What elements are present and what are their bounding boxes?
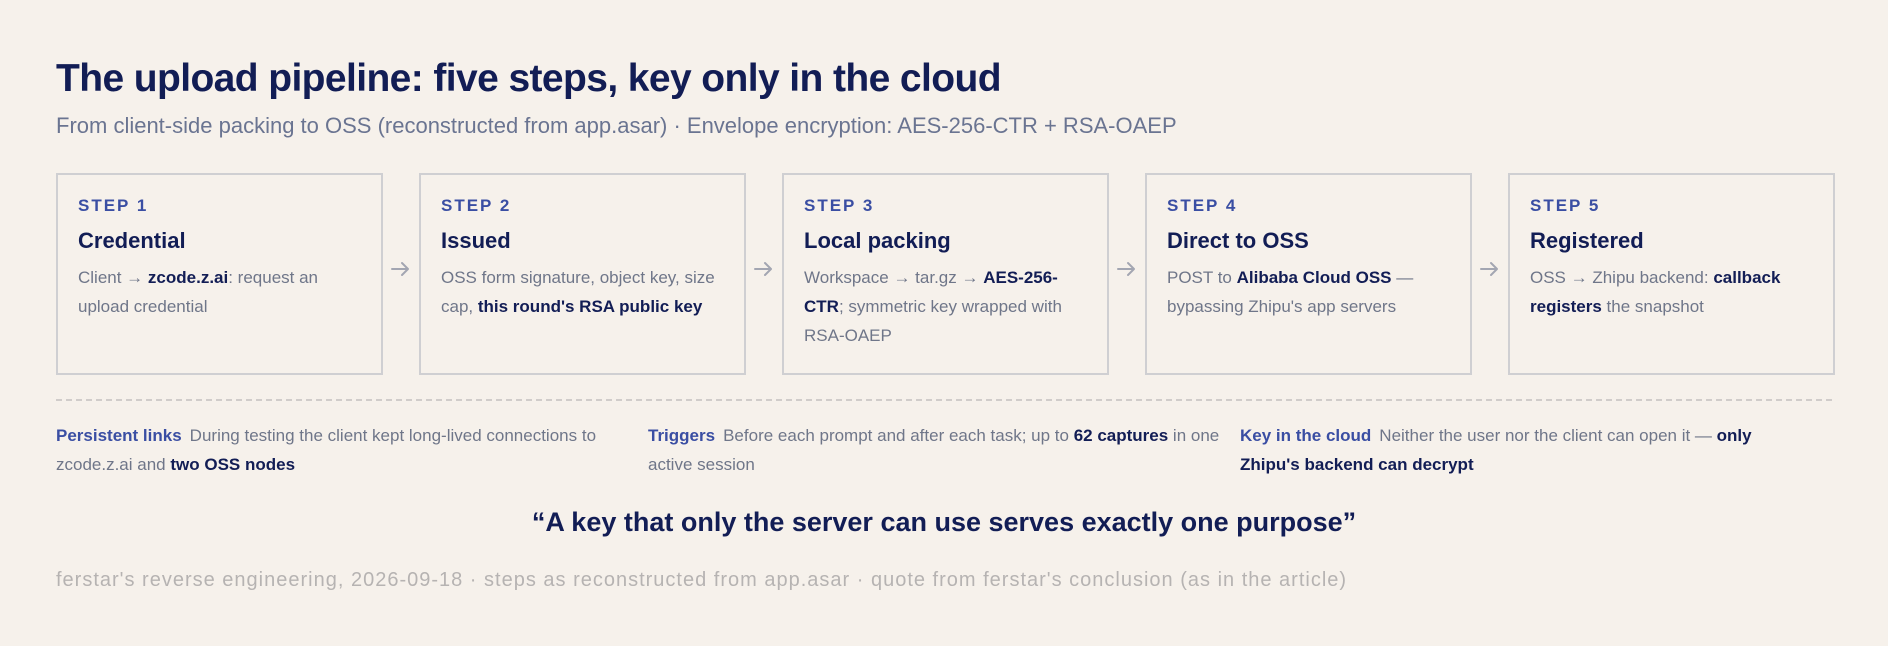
emphasis-text: Alibaba Cloud OSS [1236,268,1392,287]
note-triggers: Triggers Before each prompt and after eac… [648,421,1240,479]
page-title: The upload pipeline: five steps, key onl… [56,57,1002,100]
body-text: ; symmetric key wrapped with RSA-OAEP [804,297,1062,345]
step-number: STEP 4 [1167,196,1238,215]
step-card-2: STEP 2 Issued OSS form signature, object… [419,173,746,375]
body-text: OSS → Zhipu backend: [1530,268,1714,287]
body-text: Neither the user nor the client can open… [1379,426,1717,445]
step-card-3: STEP 3 Local packing Workspace → tar.gz … [782,173,1109,375]
body-text: Client → [78,268,148,287]
notes-row: Persistent links During testing the clien… [56,421,1832,479]
emphasis-text: zcode.z.ai [147,268,229,287]
step-title: Direct to OSS [1167,228,1309,253]
step-card-1: STEP 1 Credential Client → zcode.z.ai: r… [56,173,383,375]
step-number: STEP 1 [78,196,149,215]
step-title: Issued [441,228,511,253]
emphasis-text: 62 captures [1073,426,1169,445]
body-text: Workspace → tar.gz → [804,268,984,287]
step-number: STEP 3 [804,196,875,215]
note-body: Before each prompt and after each task; … [648,426,1219,474]
step-body: OSS form signature, object key, size cap… [441,263,724,321]
steps-row: STEP 1 Credential Client → zcode.z.ai: r… [56,173,1835,375]
step-card-4: STEP 4 Direct to OSS POST to Alibaba Clo… [1145,173,1472,375]
step-title: Registered [1530,228,1644,253]
step-body: Client → zcode.z.ai: request an upload c… [78,263,361,321]
step-title: Local packing [804,228,951,253]
note-label: Key in the cloud [1240,426,1372,445]
page-subtitle: From client-side packing to OSS (reconst… [56,113,1177,138]
step-number: STEP 2 [441,196,512,215]
dashed-divider [56,399,1832,401]
arrow-right-icon [1472,173,1508,375]
arrow-right-icon [746,173,782,375]
body-text: the snapshot [1601,297,1704,316]
note-persistent-links: Persistent links During testing the clien… [56,421,648,479]
emphasis-text: this round's RSA public key [477,297,703,316]
note-label: Triggers [648,426,716,445]
note-key-in-cloud: Key in the cloud Neither the user nor the… [1240,421,1832,479]
body-text: POST to [1167,268,1237,287]
step-body: Workspace → tar.gz → AES-256-CTR; symmet… [804,263,1087,350]
note-label: Persistent links [56,426,182,445]
step-card-5: STEP 5 Registered OSS → Zhipu backend: c… [1508,173,1835,375]
emphasis-text: two OSS nodes [170,455,296,474]
step-body: OSS → Zhipu backend: callback registers … [1530,263,1813,321]
arrow-right-icon [383,173,419,375]
step-number: STEP 5 [1530,196,1601,215]
footer-source: ferstar's reverse engineering, 2026-09-1… [56,569,1348,591]
body-text: Before each prompt and after each task; … [723,426,1074,445]
arrow-right-icon [1109,173,1145,375]
pull-quote: “A key that only the server can use serv… [531,507,1357,537]
step-title: Credential [78,228,186,253]
step-body: POST to Alibaba Cloud OSS — bypassing Zh… [1167,263,1450,321]
page: The upload pipeline: five steps, key onl… [0,0,1888,646]
